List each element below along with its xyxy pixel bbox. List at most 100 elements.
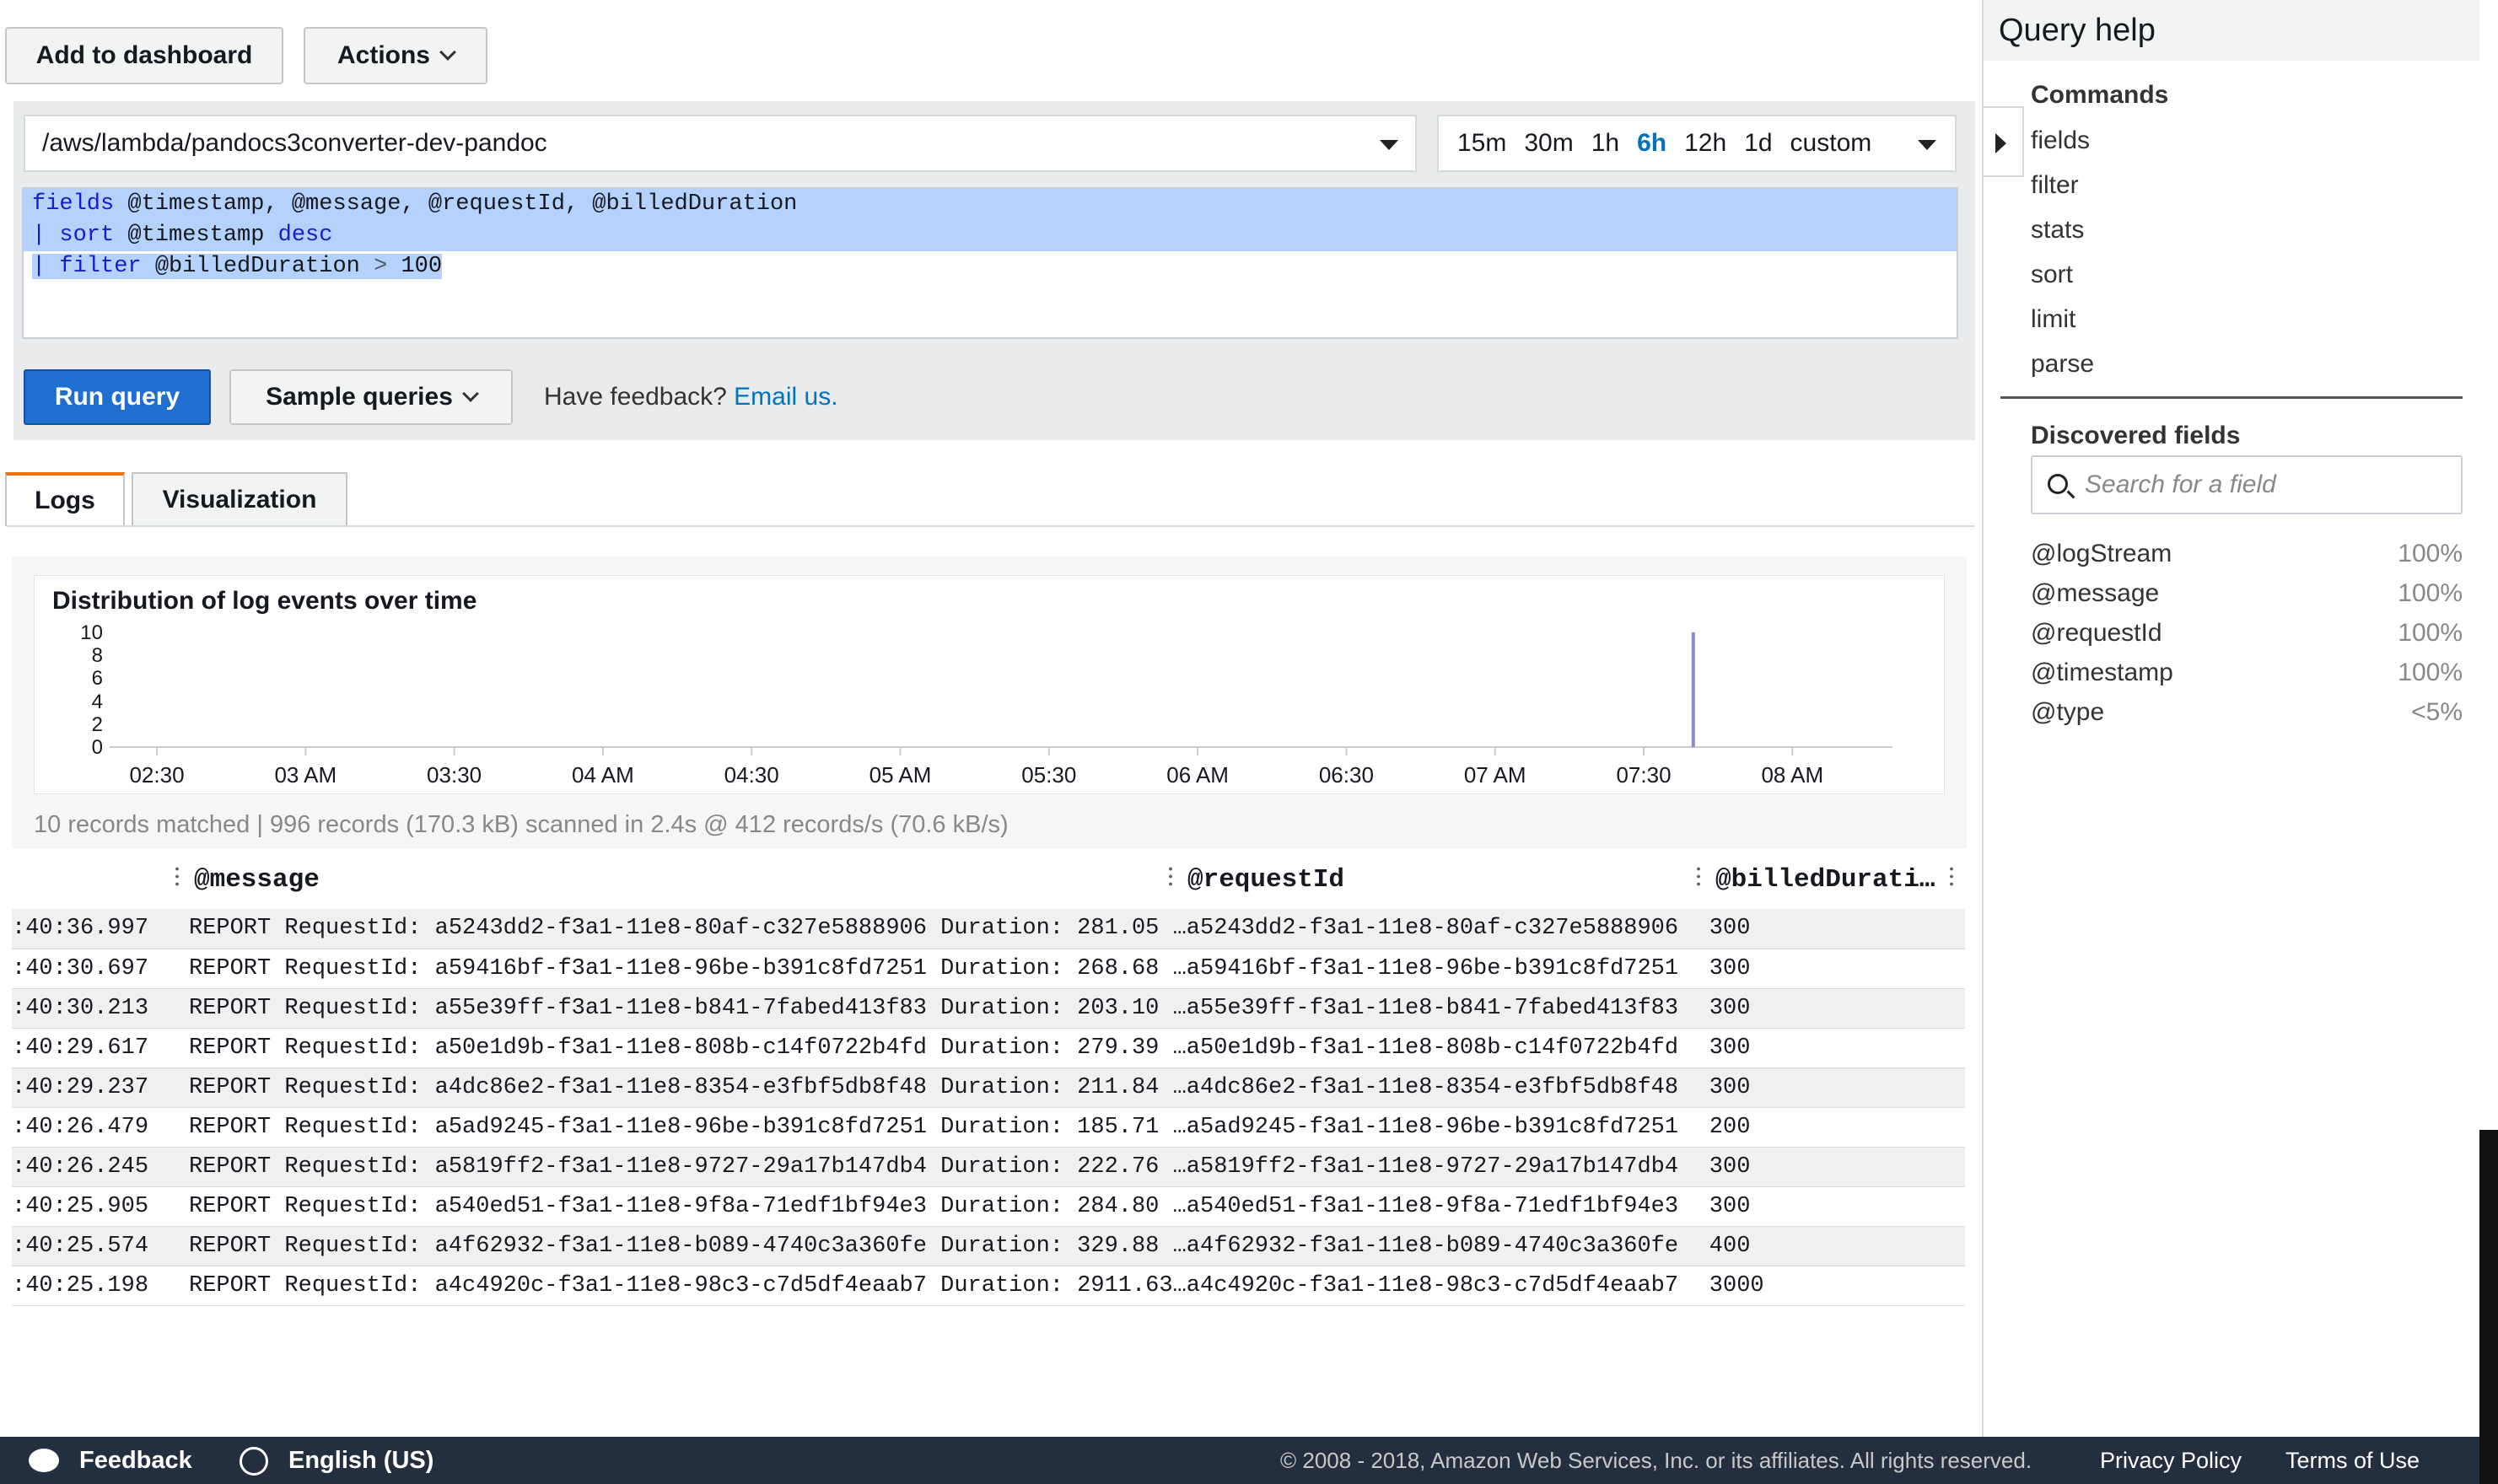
table-row[interactable]: :40:36.997 REPORT RequestId: a5243dd2-f3a… — [12, 909, 1965, 949]
billed-duration-cell: 300 — [1709, 1074, 1751, 1100]
billed-duration-cell: 300 — [1709, 955, 1751, 981]
column-header-message[interactable]: @message — [194, 858, 320, 901]
x-tick-label: 06 AM — [1166, 762, 1229, 788]
x-tick-label: 07 AM — [1463, 762, 1526, 788]
timestamp-cell: :40:30.213 — [12, 995, 149, 1021]
request-id-cell: a4f62932-f3a1-11e8-b089-4740c3a360fe — [1186, 1233, 1679, 1259]
table-row[interactable]: :40:25.905 REPORT RequestId: a540ed51-f3a… — [12, 1186, 1965, 1226]
table-row[interactable]: :40:25.574 REPORT RequestId: a4f62932-f3a… — [12, 1226, 1965, 1266]
discovered-field-item[interactable]: @timestamp 100% — [2031, 659, 2463, 687]
field-name: @type — [2031, 698, 2105, 726]
histogram-bars — [1691, 632, 1695, 747]
billed-duration-cell: 300 — [1709, 1153, 1751, 1180]
x-tick-label: 08 AM — [1761, 762, 1824, 788]
request-id-cell: a55e39ff-f3a1-11e8-b841-7fabed413f83 — [1186, 995, 1679, 1021]
billed-duration-cell: 300 — [1709, 1035, 1751, 1061]
billed-duration-cell: 300 — [1709, 995, 1751, 1021]
billed-duration-cell: 300 — [1709, 916, 1751, 942]
request-id-cell: a5ad9245-f3a1-11e8-96be-b391c8fd7251 — [1186, 1114, 1679, 1140]
language-selector[interactable]: English (US) — [288, 1447, 433, 1475]
message-cell: REPORT RequestId: a5ad9245-f3a1-11e8-96b… — [189, 1114, 1187, 1140]
message-cell: REPORT RequestId: a55e39ff-f3a1-11e8-b84… — [189, 995, 1187, 1021]
log-table: :40:36.997 REPORT RequestId: a5243dd2-f3a… — [12, 909, 1965, 1306]
timestamp-cell: :40:25.905 — [12, 1193, 149, 1219]
discovered-field-item[interactable]: @type <5% — [2031, 698, 2463, 727]
help-divider — [2000, 396, 2463, 399]
message-cell: REPORT RequestId: a4f62932-f3a1-11e8-b08… — [189, 1233, 1187, 1259]
billed-duration-cell: 3000 — [1709, 1272, 1764, 1298]
privacy-policy-link[interactable]: Privacy Policy — [2100, 1448, 2242, 1474]
x-tick-label: 03 AM — [274, 762, 337, 788]
table-row[interactable]: :40:30.697 REPORT RequestId: a59416bf-f3a… — [12, 949, 1965, 988]
field-percentage: 100% — [2398, 540, 2463, 567]
table-row[interactable]: :40:26.245 REPORT RequestId: a5819ff2-f3a… — [12, 1147, 1965, 1186]
message-cell: REPORT RequestId: a540ed51-f3a1-11e8-9f8… — [189, 1193, 1187, 1219]
message-cell: REPORT RequestId: a59416bf-f3a1-11e8-96b… — [189, 955, 1187, 981]
request-id-cell: a4dc86e2-f3a1-11e8-8354-e3fbf5db8f48 — [1186, 1074, 1679, 1100]
billed-duration-cell: 300 — [1709, 1193, 1751, 1219]
timestamp-cell: :40:25.198 — [12, 1272, 149, 1298]
x-tick-marks — [156, 747, 1794, 755]
column-resize-handle[interactable] — [175, 865, 179, 887]
field-percentage: <5% — [2411, 698, 2463, 726]
histogram-bar — [1691, 632, 1695, 747]
discovered-field-item[interactable]: @logStream 100% — [2031, 540, 2463, 568]
timestamp-cell: :40:36.997 — [12, 916, 149, 942]
table-row[interactable]: :40:30.213 REPORT RequestId: a55e39ff-f3a… — [12, 988, 1965, 1028]
message-cell: REPORT RequestId: a50e1d9b-f3a1-11e8-808… — [189, 1035, 1187, 1061]
field-percentage: 100% — [2398, 619, 2463, 647]
collapse-help-toggle[interactable] — [1984, 106, 2024, 177]
field-name: @requestId — [2031, 619, 2162, 647]
table-row[interactable]: :40:29.617 REPORT RequestId: a50e1d9b-f3a… — [12, 1028, 1965, 1067]
column-header-requestid[interactable]: @requestId — [1187, 858, 1344, 901]
x-tick-label: 04:30 — [724, 762, 779, 788]
timestamp-cell: :40:25.574 — [12, 1233, 149, 1259]
search-placeholder: Search for a field — [2085, 470, 2276, 498]
billed-duration-cell: 200 — [1709, 1114, 1751, 1140]
x-tick-label: 07:30 — [1616, 762, 1672, 788]
field-name: @timestamp — [2031, 659, 2173, 686]
column-resize-handle[interactable] — [1950, 865, 1953, 887]
footer-feedback-link[interactable]: Feedback — [79, 1447, 192, 1475]
timestamp-cell: :40:30.697 — [12, 955, 149, 981]
copyright-text: © 2008 - 2018, Amazon Web Services, Inc.… — [1280, 1447, 2032, 1473]
table-row[interactable]: :40:26.479 REPORT RequestId: a5ad9245-f3a… — [12, 1107, 1965, 1147]
column-resize-handle[interactable] — [1169, 865, 1172, 887]
commands-title: Commands — [2031, 81, 2169, 109]
command-filter[interactable]: filter — [2031, 171, 2079, 200]
request-id-cell: a50e1d9b-f3a1-11e8-808b-c14f0722b4fd — [1186, 1035, 1679, 1061]
table-row[interactable]: :40:25.198 REPORT RequestId: a4c4920c-f3a… — [12, 1266, 1965, 1305]
command-fields[interactable]: fields — [2031, 126, 2090, 155]
command-stats[interactable]: stats — [2031, 216, 2084, 245]
command-limit[interactable]: limit — [2031, 305, 2075, 334]
command-parse[interactable]: parse — [2031, 350, 2094, 379]
discovered-fields-title: Discovered fields — [2031, 422, 2241, 449]
footer: Feedback English (US) © 2008 - 2018, Ama… — [0, 1437, 2479, 1484]
field-percentage: 100% — [2398, 579, 2463, 607]
message-cell: REPORT RequestId: a4dc86e2-f3a1-11e8-835… — [189, 1074, 1187, 1100]
x-tick-label: 03:30 — [427, 762, 482, 788]
billed-duration-cell: 400 — [1709, 1233, 1751, 1259]
table-row[interactable]: :40:29.237 REPORT RequestId: a4dc86e2-f3a… — [12, 1067, 1965, 1107]
column-header-billed-duration[interactable]: @billedDurati… — [1715, 858, 1935, 901]
triangle-right-icon — [1995, 133, 2006, 153]
x-tick-label: 06:30 — [1318, 762, 1374, 788]
query-help-divider — [1982, 0, 1984, 1437]
globe-icon — [240, 1447, 268, 1476]
request-id-cell: a59416bf-f3a1-11e8-96be-b391c8fd7251 — [1186, 955, 1679, 981]
timestamp-cell: :40:29.237 — [12, 1074, 149, 1100]
field-search-input[interactable]: Search for a field — [2031, 455, 2463, 514]
timestamp-cell: :40:29.617 — [12, 1035, 149, 1061]
discovered-field-item[interactable]: @requestId 100% — [2031, 619, 2463, 648]
x-tick-label: 04 AM — [572, 762, 634, 788]
message-cell: REPORT RequestId: a5819ff2-f3a1-11e8-972… — [189, 1153, 1187, 1180]
field-percentage: 100% — [2398, 659, 2463, 686]
column-resize-handle[interactable] — [1697, 865, 1700, 887]
discovered-field-item[interactable]: @message 100% — [2031, 579, 2463, 608]
records-summary: 10 records matched | 996 records (170.3 … — [34, 811, 1009, 838]
terms-of-use-link[interactable]: Terms of Use — [2285, 1448, 2420, 1474]
command-sort[interactable]: sort — [2031, 261, 2073, 289]
x-tick-label: 05:30 — [1021, 762, 1077, 788]
cloudwatch-insights-page: Add to dashboard Actions /aws/lambda/pan… — [0, 0, 2498, 1484]
message-cell: REPORT RequestId: a4c4920c-f3a1-11e8-98c… — [189, 1272, 1187, 1298]
